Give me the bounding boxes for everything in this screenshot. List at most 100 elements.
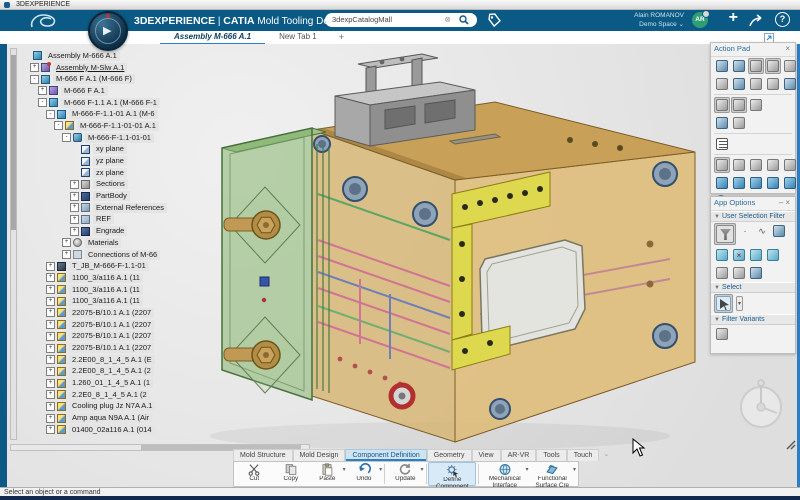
section-collapse-icon[interactable]: ▼	[714, 317, 720, 323]
share-icon[interactable]	[748, 14, 764, 27]
tool-icon[interactable]	[714, 97, 730, 113]
mech-button[interactable]: Mechanical Interface▾	[481, 462, 528, 486]
tool-icon[interactable]	[771, 223, 787, 245]
tool-icon[interactable]	[731, 76, 747, 92]
tree-item[interactable]: +Amp aqua N9A A.1 (Air	[20, 412, 320, 424]
dropdown-caret-icon[interactable]: ▾	[573, 466, 576, 473]
tool-icon[interactable]	[782, 58, 798, 74]
tag-icon[interactable]	[486, 12, 503, 29]
action-pad-close-button[interactable]: ×	[785, 44, 792, 53]
tool-icon[interactable]	[782, 175, 798, 191]
tree-expander-icon[interactable]: +	[46, 262, 55, 271]
tool-icon[interactable]	[714, 76, 730, 92]
action-bar-tab[interactable]: Component Definition	[345, 449, 426, 461]
tree-item[interactable]: +2.2E00_8_1_4_5 A.1 (2	[20, 366, 320, 378]
undo-button[interactable]: Undo▾	[346, 462, 383, 486]
tree-expander-icon[interactable]: +	[46, 425, 55, 434]
tree-expander-icon[interactable]: +	[46, 308, 55, 317]
action-bar-tab[interactable]: Mold Structure	[233, 449, 293, 461]
tool-icon[interactable]: ∿	[754, 223, 770, 245]
tool-icon[interactable]	[748, 76, 764, 92]
tool-icon[interactable]	[731, 175, 747, 191]
tool-icon[interactable]	[731, 58, 747, 74]
tree-item[interactable]: -M-666-F-1.1-01 A.1 (M-6	[20, 108, 320, 120]
tree-item[interactable]: +22075-B/10.1 A.1 (2207	[20, 342, 320, 354]
tree-expander-icon[interactable]: -	[38, 98, 47, 107]
tool-icon[interactable]	[714, 247, 730, 263]
tree-item[interactable]: +M-666 F A.1	[20, 85, 320, 97]
tree-item[interactable]: +01400_02a116 A.1 (014	[20, 424, 320, 436]
vscroll-thumb[interactable]	[11, 55, 16, 230]
action-bar-tab[interactable]: Geometry	[427, 449, 472, 461]
tree-item[interactable]: +22075-B/10.1 A.1 (2207	[20, 331, 320, 343]
tool-icon[interactable]	[748, 265, 764, 281]
tree-expander-icon[interactable]: +	[46, 332, 55, 341]
tree-item[interactable]: +Cooling plug Jz N7A A.1	[20, 401, 320, 413]
tree-item[interactable]: Assembly M-666 A.1	[20, 50, 320, 62]
tool-icon[interactable]	[714, 326, 730, 342]
tree-expander-icon[interactable]: +	[46, 355, 55, 364]
tool-icon[interactable]	[782, 157, 798, 173]
tree-item[interactable]: +1100_3/a116 A.1 (11	[20, 295, 320, 307]
tree-expander-icon[interactable]: +	[70, 227, 79, 236]
document-tab[interactable]: New Tab 1	[265, 31, 331, 43]
search-icon[interactable]	[459, 15, 469, 25]
tree-item[interactable]: -M-666 F A.1 (M-666 F)	[20, 73, 320, 85]
tree-expander-icon[interactable]: +	[46, 367, 55, 376]
tool-icon[interactable]: ▾	[734, 294, 745, 313]
action-bar-tab[interactable]: Touch	[567, 449, 600, 461]
tree-item[interactable]: +22075-B/10.1 A.1 (2207	[20, 307, 320, 319]
tree-expander-icon[interactable]: +	[46, 273, 55, 282]
tree-item[interactable]: +Assembly M-Slw A.1	[20, 62, 320, 74]
tool-icon[interactable]: ·	[737, 223, 753, 245]
tree-item[interactable]: +Sections	[20, 179, 320, 191]
add-content-button[interactable]: +	[729, 9, 738, 27]
section-header[interactable]: ▼Filter Variants	[711, 314, 795, 325]
dropdown-caret-icon[interactable]: ▾	[421, 466, 424, 473]
tree-item[interactable]: +2.2E00_8_1_4_5 A.1 (E	[20, 354, 320, 366]
avatar[interactable]: AR	[692, 12, 708, 28]
tool-icon[interactable]	[714, 175, 730, 191]
tree-item[interactable]: +External References	[20, 202, 320, 214]
define-button[interactable]: Define Component	[428, 462, 476, 486]
app-options-close-button[interactable]: ×	[785, 198, 792, 207]
resize-grip-icon[interactable]	[783, 437, 797, 451]
tree-expander-icon[interactable]: +	[46, 414, 55, 423]
tool-icon[interactable]	[714, 223, 736, 245]
tool-icon[interactable]	[765, 58, 781, 74]
tree-vertical-scrollbar[interactable]	[10, 48, 17, 440]
tool-icon[interactable]	[731, 265, 747, 281]
paste-button[interactable]: Paste▾	[309, 462, 346, 486]
tree-item[interactable]: -M-666 F-1.1 A.1 (M-666 F-1	[20, 97, 320, 109]
tree-expander-icon[interactable]: +	[62, 250, 71, 259]
user-info[interactable]: Alain ROMANOV Demo Space ⌄	[634, 12, 684, 29]
tool-icon[interactable]	[748, 58, 764, 74]
tool-icon[interactable]	[748, 175, 764, 191]
tree-item[interactable]: +PartBody	[20, 190, 320, 202]
search-value[interactable]: 3dexpCatalogMall	[325, 13, 392, 27]
copy-button[interactable]: Copy	[273, 462, 310, 486]
clear-search-icon[interactable]: ⊗	[444, 13, 451, 27]
tool-icon[interactable]	[782, 76, 798, 92]
tool-icon[interactable]	[714, 265, 730, 281]
tree-expander-icon[interactable]: -	[30, 75, 39, 84]
tree-item[interactable]: +T_JB_M-666-F-1.1-01	[20, 260, 320, 272]
new-tab-button[interactable]: +	[331, 31, 352, 44]
tree-item[interactable]: +1100_3/a116 A.1 (11	[20, 284, 320, 296]
section-collapse-icon[interactable]: ▼	[714, 285, 720, 291]
tool-icon[interactable]	[765, 247, 781, 263]
tool-icon[interactable]	[731, 115, 747, 131]
tree-item[interactable]: +REF	[20, 214, 320, 226]
document-tab[interactable]: Assembly M-666 A.1	[160, 31, 265, 45]
tree-item[interactable]: zx plane	[20, 167, 320, 179]
tree-item[interactable]: +Materials	[20, 237, 320, 249]
space-caret-icon[interactable]: ⌄	[679, 21, 684, 28]
section-collapse-icon[interactable]: ▼	[714, 214, 720, 220]
help-button[interactable]: ?	[775, 12, 790, 27]
tool-icon[interactable]	[714, 115, 730, 131]
tree-expander-icon[interactable]: +	[70, 180, 79, 189]
tree-expander-icon[interactable]: +	[30, 63, 39, 72]
tool-icon[interactable]	[731, 157, 747, 173]
surf-button[interactable]: Functional Surface Cre▾	[529, 462, 576, 486]
tool-icon[interactable]	[748, 157, 764, 173]
